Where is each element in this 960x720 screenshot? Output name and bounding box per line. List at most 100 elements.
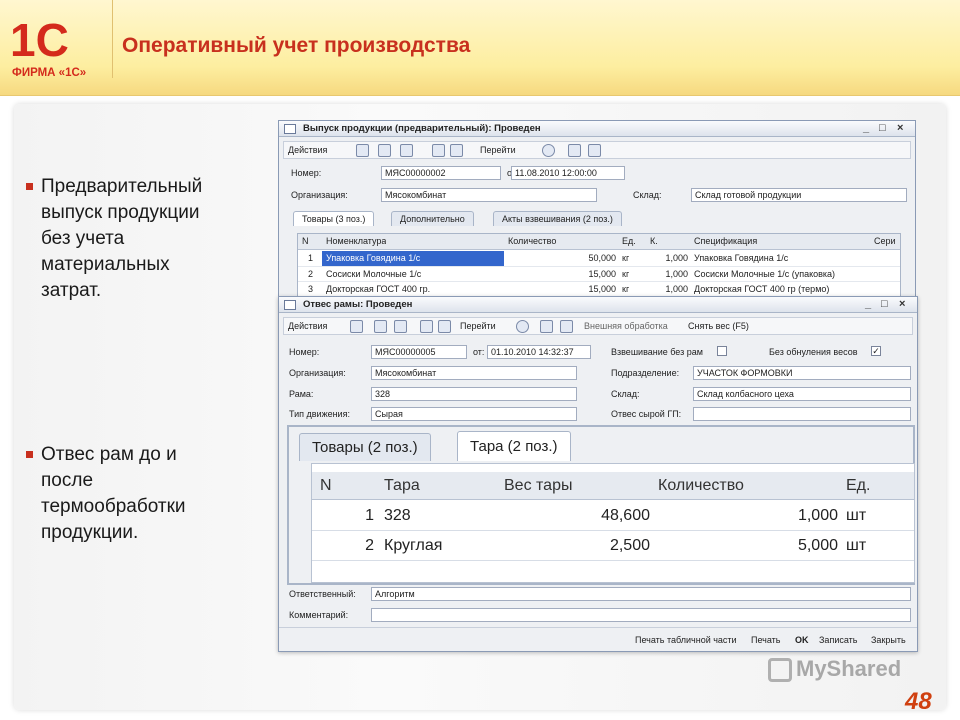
unpost-icon[interactable] bbox=[450, 144, 463, 157]
goto-menu[interactable]: Перейти bbox=[480, 144, 516, 157]
window-icon bbox=[284, 300, 296, 310]
org-field[interactable]: Мясокомбинат bbox=[381, 188, 597, 202]
tab-additional[interactable]: Дополнительно bbox=[391, 211, 474, 226]
page-number: 48 bbox=[905, 688, 932, 715]
1c-logo: 1С ФИРМА «1С» bbox=[10, 14, 86, 79]
tab-weighing-acts[interactable]: Акты взвешивания (2 поз.) bbox=[493, 211, 622, 226]
print-button[interactable]: Печать bbox=[751, 635, 780, 645]
tab-goods[interactable]: Товары (3 поз.) bbox=[293, 211, 375, 226]
unpost-icon[interactable] bbox=[438, 320, 451, 333]
table-row[interactable]: 2 Сосиски Молочные 1/с 15,000 кг 1,000 С… bbox=[298, 266, 900, 281]
number-field[interactable]: МЯС00000005 bbox=[371, 345, 467, 359]
col-k: К. bbox=[650, 236, 658, 246]
copy-icon[interactable] bbox=[378, 144, 391, 157]
col-container: Тара bbox=[384, 477, 420, 494]
copy-icon[interactable] bbox=[374, 320, 387, 333]
bullet-2-text: Отвес рам до и после термообработки прод… bbox=[41, 444, 186, 543]
bullet-square-icon bbox=[26, 451, 33, 458]
close-icon[interactable]: × bbox=[897, 122, 903, 134]
window-title: Выпуск продукции (предварительный): Пров… bbox=[303, 123, 541, 134]
move-type-select[interactable]: Сырая bbox=[371, 407, 577, 421]
maximize-icon[interactable]: □ bbox=[879, 122, 886, 134]
window-title: Отвес рамы: Проведен bbox=[303, 299, 413, 310]
logo-mark: 1С bbox=[10, 14, 69, 66]
minimize-icon[interactable]: _ bbox=[863, 122, 869, 134]
post-icon[interactable] bbox=[432, 144, 445, 157]
col-spec: Спецификация bbox=[694, 236, 758, 246]
warehouse-field[interactable]: Склад готовой продукции bbox=[691, 188, 907, 202]
refresh-icon[interactable] bbox=[394, 320, 407, 333]
raw-weight-label: Отвес сырой ГП: bbox=[611, 409, 682, 419]
dept-label: Подразделение: bbox=[611, 368, 680, 378]
tab-goods[interactable]: Товары (2 поз.) bbox=[299, 433, 431, 461]
col-item: Номенклатура bbox=[326, 236, 387, 246]
warehouse-label: Склад: bbox=[611, 389, 640, 399]
date-label: от: bbox=[473, 347, 485, 357]
date-field[interactable]: 01.10.2010 14:32:37 bbox=[487, 345, 591, 359]
structure-icon[interactable] bbox=[568, 144, 581, 157]
actions-menu[interactable]: Действия bbox=[288, 320, 327, 333]
responsible-label: Ответственный: bbox=[289, 589, 356, 599]
comment-field[interactable] bbox=[371, 608, 911, 622]
frame-field[interactable]: 328 bbox=[371, 387, 577, 401]
org-label: Организация: bbox=[289, 368, 346, 378]
goto-menu[interactable]: Перейти bbox=[460, 320, 496, 333]
slide-title: Оперативный учет производства bbox=[122, 34, 471, 57]
table-row[interactable]: 3 Докторская ГОСТ 400 гр. 15,000 кг 1,00… bbox=[298, 281, 900, 296]
take-weight-button[interactable]: Снять вес (F5) bbox=[688, 320, 749, 333]
date-field[interactable]: 11.08.2010 12:00:00 bbox=[511, 166, 625, 180]
table-row[interactable]: 2 Круглая 2,500 5,000 шт bbox=[312, 531, 914, 561]
close-icon[interactable]: × bbox=[899, 298, 905, 310]
weigh-without-frame-label: Взвешивание без рам bbox=[611, 347, 703, 357]
dept-field[interactable]: УЧАСТОК ФОРМОВКИ bbox=[693, 366, 911, 380]
settings-icon[interactable] bbox=[588, 144, 601, 157]
col-series: Сери bbox=[874, 236, 896, 246]
bullet-1-text: Предварительный выпуск продукции без уче… bbox=[41, 176, 203, 301]
col-n: N bbox=[320, 477, 332, 494]
print-table-button[interactable]: Печать табличной части bbox=[635, 635, 737, 645]
table-row[interactable]: 1 Упаковка Говядина 1/с 50,000 кг 1,000 … bbox=[298, 251, 900, 266]
watermark-icon bbox=[768, 658, 792, 683]
raw-weight-field[interactable] bbox=[693, 407, 911, 421]
number-field[interactable]: МЯС00000002 bbox=[381, 166, 501, 180]
post-icon[interactable] bbox=[420, 320, 433, 333]
org-field[interactable]: Мясокомбинат bbox=[371, 366, 577, 380]
frame-label: Рама: bbox=[289, 389, 314, 399]
new-icon[interactable] bbox=[356, 144, 369, 157]
col-unit: Ед. bbox=[846, 477, 871, 494]
number-label: Номер: bbox=[291, 168, 322, 178]
close-button[interactable]: Закрыть bbox=[871, 635, 906, 645]
warehouse-label: Склад: bbox=[633, 190, 662, 200]
toolbar: Действия Перейти Внешняя обработка Снять… bbox=[283, 317, 913, 335]
weigh-without-frame-checkbox[interactable] bbox=[717, 346, 727, 356]
help-icon[interactable] bbox=[516, 320, 529, 333]
maximize-icon[interactable]: □ bbox=[881, 298, 888, 310]
tab-containers[interactable]: Тара (2 поз.) bbox=[457, 431, 571, 461]
no-reset-checkbox[interactable]: ✓ bbox=[871, 346, 881, 356]
actions-menu[interactable]: Действия bbox=[288, 144, 327, 157]
no-reset-label: Без обнуления весов bbox=[769, 347, 858, 357]
warehouse-field[interactable]: Склад колбасного цеха bbox=[693, 387, 911, 401]
comment-label: Комментарий: bbox=[289, 610, 349, 620]
structure-icon[interactable] bbox=[540, 320, 553, 333]
external-processing-menu[interactable]: Внешняя обработка bbox=[584, 320, 668, 333]
ok-button[interactable]: OK bbox=[795, 635, 809, 645]
save-button[interactable]: Записать bbox=[819, 635, 857, 645]
col-quantity: Количество bbox=[658, 477, 744, 494]
responsible-field[interactable]: Алгоритм bbox=[371, 587, 911, 601]
toolbar: Действия Перейти bbox=[283, 141, 911, 159]
org-label: Организация: bbox=[291, 190, 348, 200]
table-row[interactable]: 1 328 48,600 1,000 шт bbox=[312, 501, 914, 531]
settings-icon[interactable] bbox=[560, 320, 573, 333]
help-icon[interactable] bbox=[542, 144, 555, 157]
refresh-icon[interactable] bbox=[400, 144, 413, 157]
window-titlebar: Выпуск продукции (предварительный): Пров… bbox=[279, 121, 915, 137]
new-icon[interactable] bbox=[350, 320, 363, 333]
watermark-text: MyShared bbox=[796, 656, 902, 681]
watermark: MyShared bbox=[768, 656, 902, 683]
minimize-icon[interactable]: _ bbox=[865, 298, 871, 310]
table-header: N Тара Вес тары Количество Ед. bbox=[312, 472, 914, 500]
table-header: N Номенклатура Количество Ед. К. Специфи… bbox=[298, 234, 900, 250]
number-label: Номер: bbox=[289, 347, 320, 357]
col-qty: Количество bbox=[508, 236, 557, 246]
